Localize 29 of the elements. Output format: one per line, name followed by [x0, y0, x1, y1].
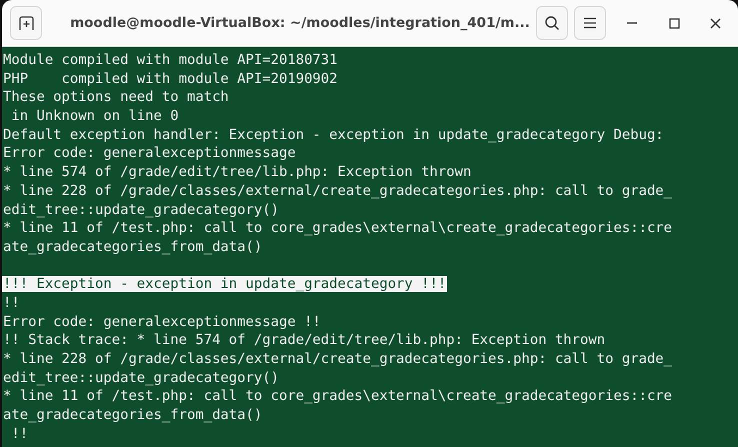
terminal-line: * line 11 of /test.php: call to core_grades\external\create_gradecategories::cre	[2, 220, 674, 236]
terminal-line: Error code: generalexceptionmessage	[2, 145, 297, 162]
terminal-line: Error code: generalexceptionmessage !!	[2, 314, 322, 330]
terminal-line: !!	[2, 294, 21, 311]
menu-icon	[582, 17, 597, 29]
terminal-line: * line 11 of /test.php: call to core_grades\external\create_gradecategories::cre	[2, 388, 674, 404]
terminal-line: Module compiled with module API=20180731	[2, 52, 339, 68]
terminal-line: edit_tree::update_gradecategory()	[2, 370, 280, 386]
maximize-icon	[668, 18, 680, 28]
search-icon	[544, 15, 560, 31]
new-tab-icon	[18, 15, 34, 31]
close-icon	[710, 18, 722, 28]
terminal-line: !!	[10, 426, 30, 442]
terminal-line: Default exception handler: Exception - exception in update_gradecategory Debug:	[2, 126, 665, 143]
terminal-line: PHP compiled with module API=20190902	[2, 70, 339, 87]
terminal-line: * line 228 of /grade/classes/external/create_gradecategories.php: call to grade_	[2, 351, 674, 367]
terminal-line: edit_tree::update_gradecategory()	[2, 202, 280, 218]
search-button[interactable]	[536, 6, 568, 40]
window-title: moodle@moodle-VirtualBox: ~/moodles/integration_401/m...	[69, 15, 530, 31]
terminal-line: ate_gradecategories_from_data()	[2, 407, 264, 424]
terminal-line: in Unknown on line 0	[10, 108, 180, 124]
new-tab-button[interactable]	[10, 6, 42, 40]
terminal-line: * line 574 of /grade/edit/tree/lib.php: Exception thrown	[2, 164, 472, 180]
terminal-line: * line 228 of /grade/classes/external/create_gradecategories.php: call to grade_	[2, 182, 674, 199]
terminal-line: !! Stack trace: * line 574 of /grade/edit/tree/lib.php: Exception thrown	[2, 332, 606, 348]
menu-button[interactable]	[574, 6, 606, 40]
terminal-line: These options need to match	[2, 89, 230, 106]
terminal-line: ate_gradecategories_from_data()	[2, 238, 264, 255]
minimize-icon	[626, 22, 638, 24]
